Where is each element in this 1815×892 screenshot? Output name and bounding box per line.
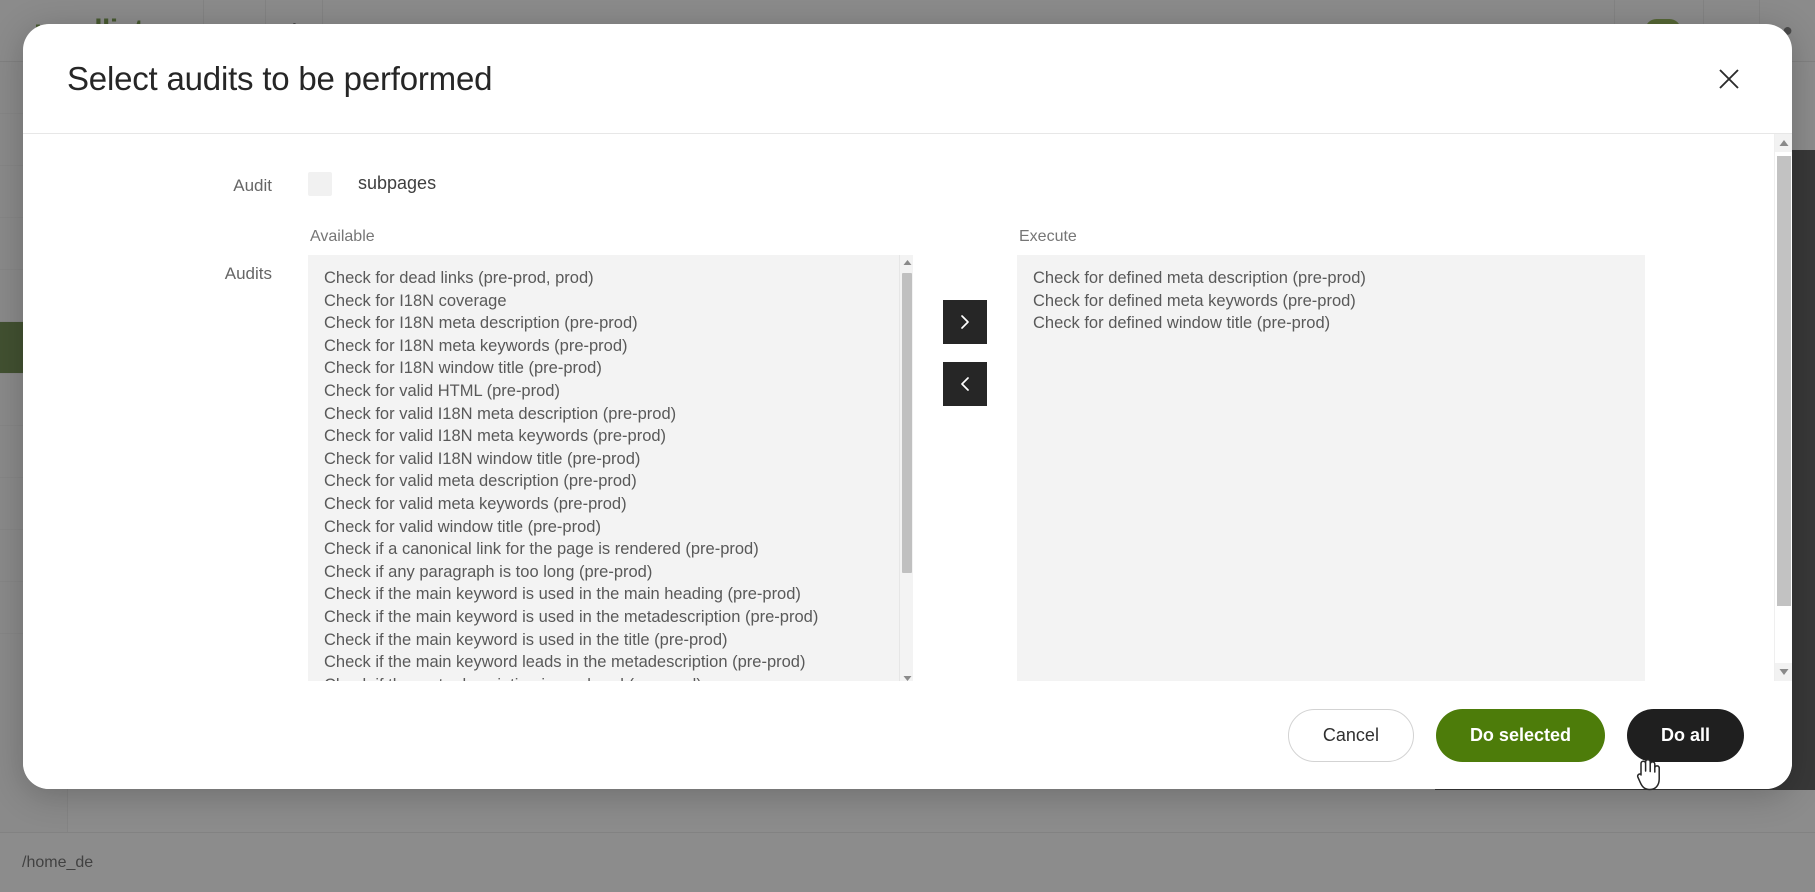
available-list-item[interactable]: Check for valid I18N window title (pre-p… xyxy=(324,450,913,469)
subpages-checkbox-label: subpages xyxy=(358,173,437,193)
execute-column: Execute Check for defined meta descripti… xyxy=(1017,228,1645,681)
dialog-body-scrollbar[interactable] xyxy=(1774,134,1792,681)
do-selected-button[interactable]: Do selected xyxy=(1435,708,1605,762)
page-title: Select audits to be performed xyxy=(67,59,493,97)
available-list-item[interactable]: Check for valid meta description (pre-pr… xyxy=(324,472,913,491)
available-list-item[interactable]: Check for I18N window title (pre-prod) xyxy=(324,359,913,378)
audits-field-label: Audits xyxy=(224,264,272,283)
available-list[interactable]: Check for dead links (pre-prod, prod) Che… xyxy=(308,255,913,681)
available-list-item[interactable]: Check for valid I18N meta description (p… xyxy=(324,405,913,424)
transfer-buttons xyxy=(943,228,987,406)
available-list-scrollbar[interactable] xyxy=(899,255,913,681)
audit-field-row: Audit subpages xyxy=(23,172,1774,196)
close-icon[interactable] xyxy=(1706,56,1752,102)
available-list-item[interactable]: Check for valid window title (pre-prod) xyxy=(324,518,913,537)
move-right-button[interactable] xyxy=(943,300,987,344)
execute-list[interactable]: Check for defined meta description (pre-… xyxy=(1017,255,1645,681)
available-list-item[interactable]: Check if any paragraph is too long (pre-… xyxy=(324,563,913,582)
execute-header: Execute xyxy=(1019,228,1077,245)
scroll-down-icon[interactable] xyxy=(1775,663,1792,681)
available-column: Available Check for dead links (pre-prod… xyxy=(308,228,913,681)
available-list-item[interactable]: Check if the main keyword is used in the… xyxy=(324,631,913,650)
available-header: Available xyxy=(310,228,375,245)
available-list-item[interactable]: Check if the main keyword is used in the… xyxy=(324,585,913,604)
scrollbar-thumb[interactable] xyxy=(1777,156,1791,606)
execute-list-item[interactable]: Check for defined window title (pre-prod… xyxy=(1033,314,1645,333)
dialog-header: Select audits to be performed xyxy=(23,24,1792,134)
available-listbox[interactable]: Check for dead links (pre-prod, prod) Che… xyxy=(308,255,913,681)
audits-dialog: Select audits to be performed Audit subp… xyxy=(23,24,1792,789)
scroll-up-icon[interactable] xyxy=(900,255,913,269)
scrollbar-thumb[interactable] xyxy=(902,273,912,573)
execute-list-item[interactable]: Check for defined meta description (pre-… xyxy=(1033,269,1645,288)
available-list-item[interactable]: Check for valid I18N meta keywords (pre-… xyxy=(324,427,913,446)
available-list-item[interactable]: Check for valid meta keywords (pre-prod) xyxy=(324,495,913,514)
available-list-item[interactable]: Check for I18N meta description (pre-pro… xyxy=(324,314,913,333)
available-list-item[interactable]: Check if the main keyword is used in the… xyxy=(324,608,913,627)
available-list-item[interactable]: Check if a canonical link for the page i… xyxy=(324,540,913,559)
execute-list-item[interactable]: Check for defined meta keywords (pre-pro… xyxy=(1033,292,1645,311)
scroll-up-icon[interactable] xyxy=(1775,134,1792,152)
subpages-checkbox[interactable] xyxy=(308,172,332,196)
available-list-item[interactable]: Check if the meta description is rendere… xyxy=(324,676,913,681)
audits-field-row: Audits Available Check for dead links (p… xyxy=(23,228,1774,681)
available-list-item[interactable]: Check for I18N coverage xyxy=(324,292,913,311)
dialog-body: Audit subpages Audits Available Check fo… xyxy=(23,134,1792,681)
available-list-item[interactable]: Check for I18N meta keywords (pre-prod) xyxy=(324,337,913,356)
dialog-body-inner: Audit subpages Audits Available Check fo… xyxy=(23,134,1774,681)
available-list-item[interactable]: Check for dead links (pre-prod, prod) xyxy=(324,269,913,288)
move-left-button[interactable] xyxy=(943,362,987,406)
available-list-item[interactable]: Check if the main keyword leads in the m… xyxy=(324,653,913,672)
dialog-footer: Cancel Do selected Do all xyxy=(23,681,1792,789)
execute-listbox[interactable]: Check for defined meta description (pre-… xyxy=(1017,255,1645,681)
available-list-item[interactable]: Check for valid HTML (pre-prod) xyxy=(324,382,913,401)
cancel-button[interactable]: Cancel xyxy=(1287,708,1414,762)
audit-field-label: Audit xyxy=(233,176,272,195)
scroll-down-icon[interactable] xyxy=(900,671,913,681)
do-all-button[interactable]: Do all xyxy=(1626,708,1744,762)
